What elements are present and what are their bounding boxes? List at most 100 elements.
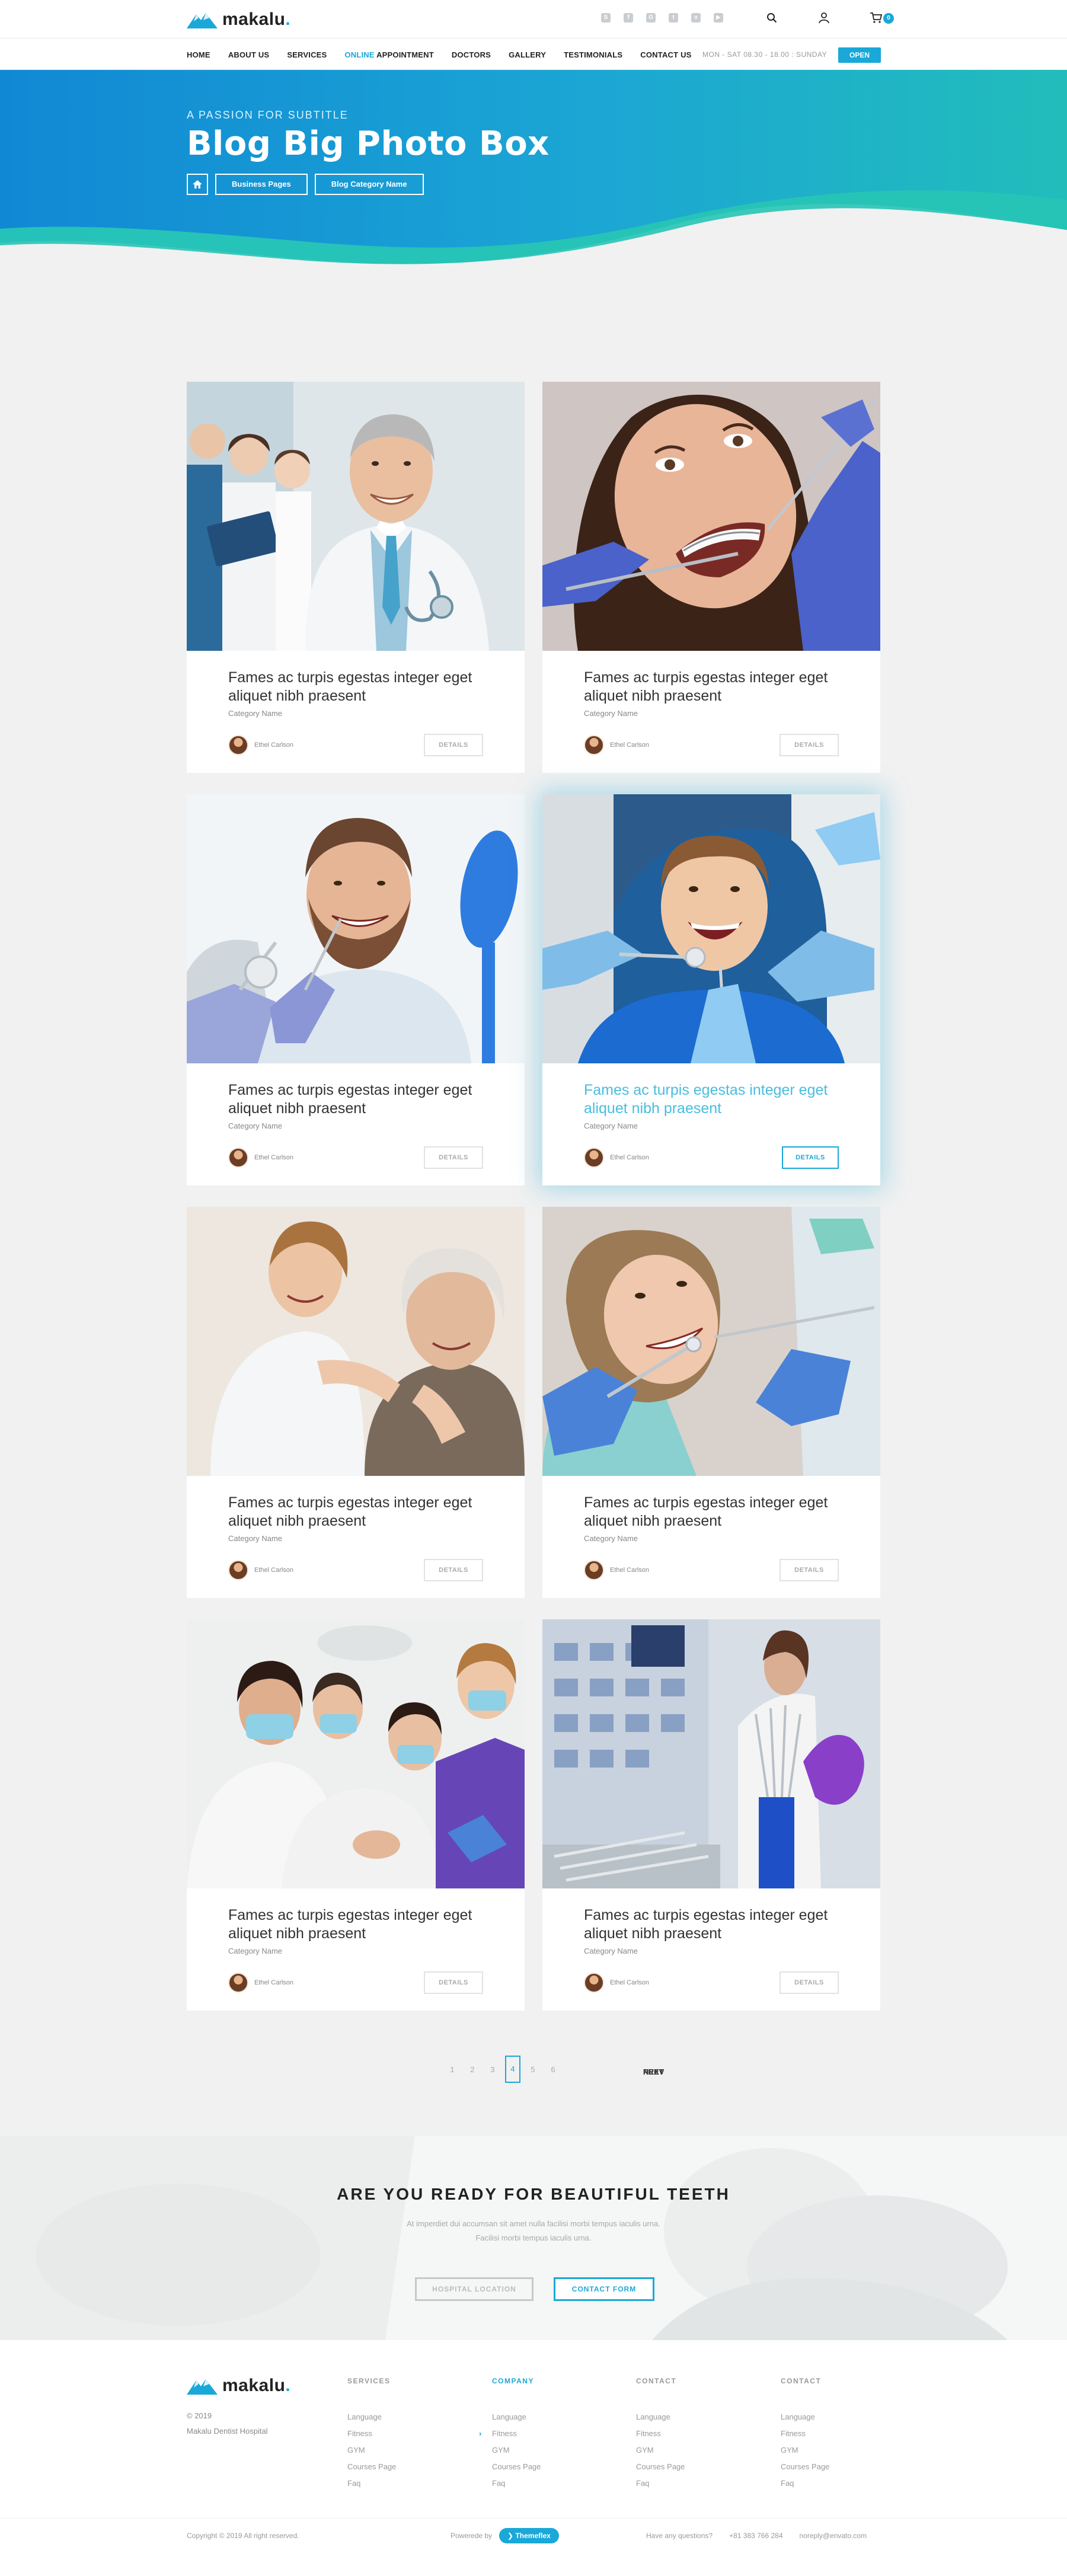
pagination-page-2[interactable]: 2 <box>462 2065 483 2074</box>
post-category[interactable]: Category Name <box>228 1121 483 1130</box>
footer-link[interactable]: Courses Page <box>492 2459 611 2475</box>
search-icon[interactable] <box>765 11 779 25</box>
user-icon[interactable] <box>817 11 831 25</box>
post-author[interactable]: Ethel Carlson <box>228 1973 293 1993</box>
post-image[interactable] <box>187 1207 525 1476</box>
google-plus-icon[interactable]: G <box>646 13 656 23</box>
post-title[interactable]: Fames ac turpis egestas integer eget ali… <box>228 1081 483 1118</box>
post-author[interactable]: Ethel Carlson <box>584 1560 649 1580</box>
footer-link[interactable]: Courses Page <box>347 2459 466 2475</box>
nav-item-testimonials[interactable]: TESTIMONIALS <box>564 50 622 59</box>
post-author[interactable]: Ethel Carlson <box>584 1148 649 1168</box>
details-button[interactable]: DETAILS <box>424 1146 483 1169</box>
footer-link[interactable]: GYM <box>636 2442 755 2459</box>
post-title[interactable]: Fames ac turpis egestas integer eget ali… <box>584 1494 839 1530</box>
breadcrumb-home[interactable] <box>187 174 208 195</box>
details-button[interactable]: DETAILS <box>424 734 483 756</box>
cart-button[interactable]: 0 <box>869 11 894 25</box>
nav-item-about-us[interactable]: ABOUT US <box>228 50 270 59</box>
footer-link-active[interactable]: › Fitness <box>479 2425 611 2442</box>
nav-item-doctors[interactable]: DOCTORS <box>452 50 491 59</box>
post-image[interactable] <box>187 1619 525 1888</box>
footer-link[interactable]: Language <box>347 2409 466 2425</box>
footer-logo[interactable]: makalu. <box>187 2376 290 2396</box>
post-author[interactable]: Ethel Carlson <box>228 735 293 755</box>
blog-card[interactable]: Fames ac turpis egestas integer eget ali… <box>542 1207 880 1598</box>
post-category[interactable]: Category Name <box>228 709 483 718</box>
footer-link[interactable]: GYM <box>347 2442 466 2459</box>
post-image[interactable] <box>542 1207 880 1476</box>
footer-link[interactable]: Language <box>492 2409 611 2425</box>
blog-card[interactable]: Fames ac turpis egestas integer eget ali… <box>187 1207 525 1598</box>
twitter-icon[interactable]: t <box>669 13 678 23</box>
details-button[interactable]: DETAILS <box>424 1971 483 1994</box>
hospital-location-button[interactable]: HOSPITAL LOCATION <box>415 2277 534 2301</box>
footer-link[interactable]: Faq <box>347 2475 466 2492</box>
post-author[interactable]: Ethel Carlson <box>584 735 649 755</box>
pagination-page-1[interactable]: 1 <box>442 2065 462 2074</box>
facebook-icon[interactable]: f <box>624 13 633 23</box>
skype-icon[interactable]: S <box>601 13 611 23</box>
post-image[interactable] <box>187 382 525 651</box>
footer-link[interactable]: Language <box>781 2409 899 2425</box>
details-button[interactable]: DETAILS <box>780 734 839 756</box>
post-category[interactable]: Category Name <box>228 1947 483 1955</box>
pagination-page-3[interactable]: 3 <box>483 2065 503 2074</box>
blog-card-featured[interactable]: Fames ac turpis egestas integer eget ali… <box>542 794 880 1185</box>
post-title[interactable]: Fames ac turpis egestas integer eget ali… <box>228 1906 483 1943</box>
pagination-page-5[interactable]: 5 <box>523 2065 543 2074</box>
logo[interactable]: makalu. <box>187 9 290 30</box>
blog-card[interactable]: Fames ac turpis egestas integer eget ali… <box>187 794 525 1185</box>
details-button[interactable]: DETAILS <box>780 1971 839 1994</box>
blog-card[interactable]: Fames ac turpis egestas integer eget ali… <box>187 382 525 773</box>
footer-link[interactable]: Faq <box>781 2475 899 2492</box>
post-image[interactable] <box>542 794 880 1063</box>
blog-card[interactable]: Fames ac turpis egestas integer eget ali… <box>187 1619 525 2011</box>
pagination-page-6[interactable]: 6 <box>543 2065 563 2074</box>
footer-link[interactable]: GYM <box>781 2442 899 2459</box>
post-category[interactable]: Category Name <box>584 709 839 718</box>
post-author[interactable]: Ethel Carlson <box>228 1148 293 1168</box>
vimeo-icon[interactable]: v <box>691 13 701 23</box>
post-title[interactable]: Fames ac turpis egestas integer eget ali… <box>584 669 839 705</box>
details-button[interactable]: DETAILS <box>424 1559 483 1581</box>
post-category[interactable]: Category Name <box>584 1534 839 1543</box>
themeflex-badge[interactable]: ❯ Themeflex <box>499 2528 559 2543</box>
footer-link[interactable]: Faq <box>636 2475 755 2492</box>
nav-item-contact-us[interactable]: CONTACT US <box>640 50 691 59</box>
phone-link[interactable]: +81 383 766 284 <box>729 2532 782 2540</box>
post-author[interactable]: Ethel Carlson <box>584 1973 649 1993</box>
breadcrumb-business-pages[interactable]: Business Pages <box>215 174 308 195</box>
nav-item-home[interactable]: HOME <box>187 50 210 59</box>
post-image[interactable] <box>187 794 525 1063</box>
pagination-next[interactable]: NEXT <box>643 2056 664 2088</box>
footer-link[interactable]: Fitness <box>636 2425 755 2442</box>
footer-link[interactable]: Fitness <box>781 2425 899 2442</box>
post-category[interactable]: Category Name <box>584 1121 839 1130</box>
post-image[interactable] <box>542 382 880 651</box>
footer-link[interactable]: Language <box>636 2409 755 2425</box>
post-title[interactable]: Fames ac turpis egestas integer eget ali… <box>584 1081 839 1118</box>
blog-card[interactable]: Fames ac turpis egestas integer eget ali… <box>542 382 880 773</box>
footer-link[interactable]: Faq <box>492 2475 611 2492</box>
nav-item-services[interactable]: SERVICES <box>287 50 327 59</box>
post-image[interactable] <box>542 1619 880 1888</box>
footer-link[interactable]: Courses Page <box>636 2459 755 2475</box>
breadcrumb-category[interactable]: Blog Category Name <box>314 174 424 195</box>
pagination-page-4-active[interactable]: 4 <box>505 2056 520 2083</box>
details-button[interactable]: DETAILS <box>782 1146 839 1169</box>
post-category[interactable]: Category Name <box>584 1947 839 1955</box>
details-button[interactable]: DETAILS <box>780 1559 839 1581</box>
post-author[interactable]: Ethel Carlson <box>228 1560 293 1580</box>
nav-item-online-appointment[interactable]: ONLINE APPOINTMENT <box>344 50 433 59</box>
post-title[interactable]: Fames ac turpis egestas integer eget ali… <box>584 1906 839 1943</box>
post-title[interactable]: Fames ac turpis egestas integer eget ali… <box>228 669 483 705</box>
blog-card[interactable]: Fames ac turpis egestas integer eget ali… <box>542 1619 880 2011</box>
post-title[interactable]: Fames ac turpis egestas integer eget ali… <box>228 1494 483 1530</box>
nav-item-gallery[interactable]: GALLERY <box>509 50 546 59</box>
post-category[interactable]: Category Name <box>228 1534 483 1543</box>
footer-link[interactable]: Fitness <box>347 2425 466 2442</box>
footer-link[interactable]: Courses Page <box>781 2459 899 2475</box>
footer-link[interactable]: GYM <box>492 2442 611 2459</box>
contact-form-button[interactable]: CONTACT FORM <box>554 2277 654 2301</box>
